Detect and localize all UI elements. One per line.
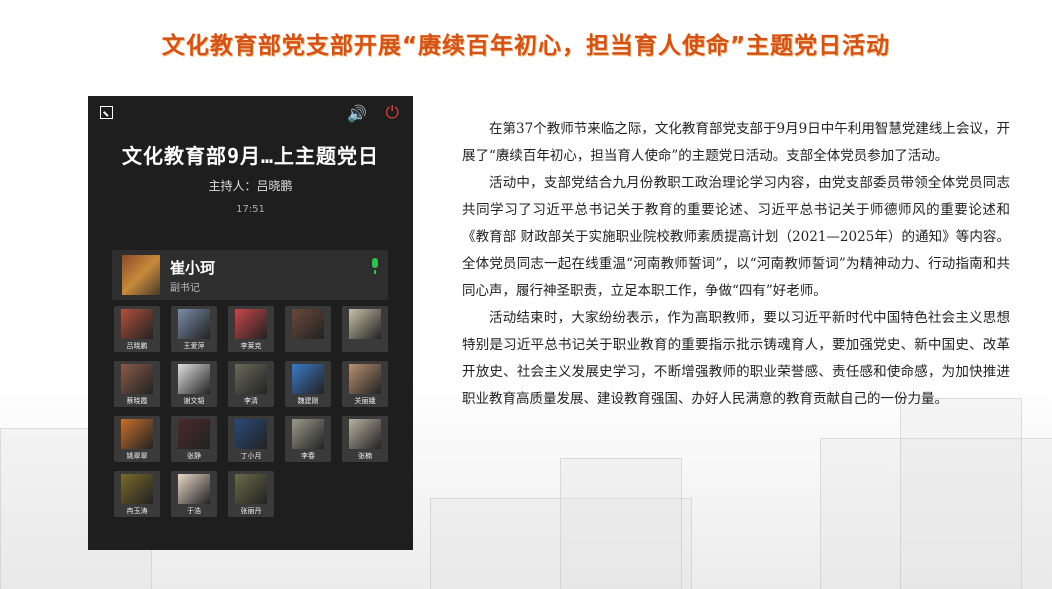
page-title: 文化教育部党支部开展“赓续百年初心，担当育人使命”主题党日活动 <box>161 33 891 59</box>
participant-avatar <box>178 309 210 339</box>
participant-avatar <box>349 419 381 449</box>
participant-tile[interactable]: 王爱萍 <box>171 306 217 352</box>
participant-tile[interactable]: 张静 <box>171 416 217 462</box>
meeting-toolbar: 🔊 ⏻ <box>98 102 403 126</box>
participant-name: 张楠 <box>358 452 372 460</box>
participant-tile[interactable] <box>342 306 388 352</box>
participant-avatar <box>178 474 210 504</box>
participant-name: 关丽娥 <box>354 397 376 405</box>
participant-avatar <box>121 309 153 339</box>
meeting-title: 文化教育部9月…上主题党日 <box>121 144 380 168</box>
participant-avatar <box>235 419 267 449</box>
participant-avatar <box>292 364 324 394</box>
participant-avatar <box>235 364 267 394</box>
participant-tile[interactable]: 张丽丹 <box>228 471 274 517</box>
participant-avatar <box>349 309 381 339</box>
participant-tile[interactable]: 谢文韬 <box>171 361 217 407</box>
participant-avatar <box>235 474 267 504</box>
participant-avatar <box>178 364 210 394</box>
participant-name: 姚翠翠 <box>126 452 148 460</box>
participant-tile[interactable]: 李春 <box>285 416 331 462</box>
minimize-window-icon[interactable] <box>100 106 113 119</box>
participant-name: 谢文韬 <box>183 397 205 405</box>
participant-avatar <box>121 364 153 394</box>
speaker-name: 崔小珂 <box>170 259 216 277</box>
article-paragraph: 活动结束时，大家纷纷表示，作为高职教师，要以习近平新时代中国特色社会主义思想特别… <box>462 310 1010 407</box>
participant-name: 于浩 <box>187 507 201 515</box>
meeting-host: 主持人：吕晓鹏 <box>208 179 293 193</box>
participant-tile[interactable]: 关丽娥 <box>342 361 388 407</box>
article-paragraph: 在第37个教师节来临之际，文化教育部党支部于9月9日中午利用智慧党建线上会议，开… <box>462 121 1010 164</box>
participant-avatar <box>292 419 324 449</box>
participant-tile[interactable]: 于浩 <box>171 471 217 517</box>
microphone-active-icon <box>372 258 378 274</box>
participant-tile[interactable] <box>285 306 331 352</box>
active-speaker-card[interactable]: 崔小珂 副书记 <box>112 250 388 300</box>
participant-tile[interactable]: 张楠 <box>342 416 388 462</box>
participant-name: 李清 <box>244 397 258 405</box>
participant-name: 吕晓鹏 <box>126 342 148 350</box>
participant-name: 蔡晓霞 <box>126 397 148 405</box>
article-paragraph: 活动中，支部党结合九月份教职工政治理论学习内容，由党支部委员带领全体党员同志共同… <box>462 175 1010 299</box>
meeting-time: 17:51 <box>236 204 265 215</box>
meeting-window: 🔊 ⏻ 文化教育部9月…上主题党日 主持人：吕晓鹏 17:51 崔小珂 副书记 … <box>88 96 413 550</box>
participant-name: 丁小月 <box>240 452 262 460</box>
participant-tile[interactable]: 蔡晓霞 <box>114 361 160 407</box>
participant-name: 王爱萍 <box>183 342 205 350</box>
participant-avatar <box>292 309 324 339</box>
participant-tile[interactable]: 李莱克 <box>228 306 274 352</box>
participant-name: 冉玉涛 <box>126 507 148 515</box>
speaker-role: 副书记 <box>170 283 200 294</box>
participant-name: 魏建刚 <box>297 397 319 405</box>
participant-tile[interactable]: 吕晓鹏 <box>114 306 160 352</box>
participant-tile[interactable]: 魏建刚 <box>285 361 331 407</box>
participant-avatar <box>121 419 153 449</box>
participant-tile[interactable]: 姚翠翠 <box>114 416 160 462</box>
speaker-avatar <box>122 255 160 295</box>
article-body: 在第37个教师节来临之际，文化教育部党支部于9月9日中午利用智慧党建线上会议，开… <box>462 116 1010 413</box>
participant-name: 张静 <box>187 452 201 460</box>
participant-tile[interactable]: 李清 <box>228 361 274 407</box>
participant-avatar <box>349 364 381 394</box>
power-exit-icon[interactable]: ⏻ <box>386 103 399 123</box>
participant-name: 李春 <box>301 452 315 460</box>
participant-tile[interactable]: 丁小月 <box>228 416 274 462</box>
participant-tile[interactable]: 冉玉涛 <box>114 471 160 517</box>
participant-name: 李莱克 <box>240 342 262 350</box>
participant-avatar <box>178 419 210 449</box>
participant-avatar <box>235 309 267 339</box>
speaker-volume-icon[interactable]: 🔊 <box>347 104 367 123</box>
participant-avatar <box>121 474 153 504</box>
participant-name: 张丽丹 <box>240 507 262 515</box>
